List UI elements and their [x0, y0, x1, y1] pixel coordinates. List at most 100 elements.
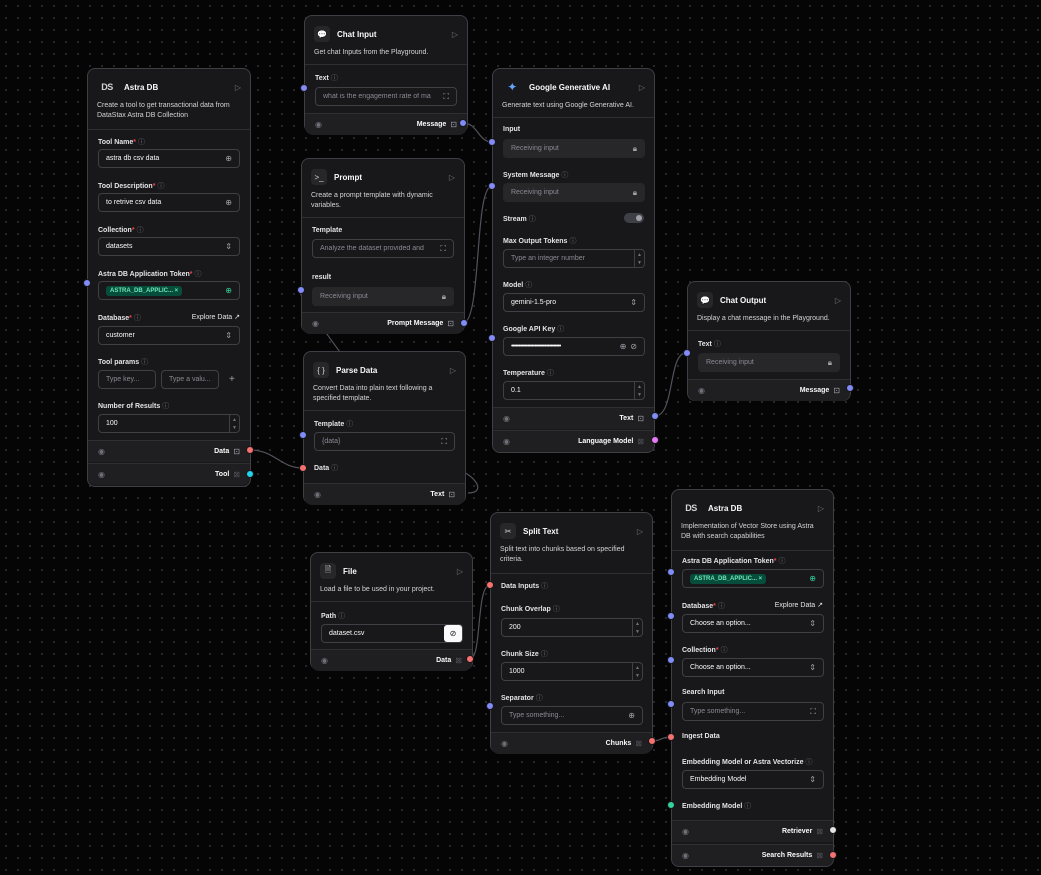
play-icon[interactable]: ▷ [835, 296, 841, 305]
handle-gemini-apikey[interactable] [488, 334, 496, 342]
chunk-overlap-input[interactable]: 200 ▲ ▼ [501, 618, 643, 637]
tool-name-input[interactable]: astra db csv data ⊕ [98, 149, 240, 168]
handle-gemini-system[interactable] [488, 182, 496, 190]
play-icon[interactable]: ▷ [235, 83, 241, 92]
chat-input-node[interactable]: 💬 Chat Input ▷ Get chat Inputs from the … [304, 15, 468, 135]
chunk-size-input[interactable]: 1000 ▲ ▼ [501, 662, 643, 681]
search-input[interactable]: Type something... ⛶ [682, 702, 824, 721]
params-key-input[interactable]: Type key... [98, 370, 156, 389]
scan-icon: ⊠ [635, 739, 642, 748]
eye-icon[interactable]: ◉ [501, 739, 508, 748]
play-icon[interactable]: ▷ [639, 83, 645, 92]
results-input[interactable]: 100 ▲ ▼ [98, 414, 240, 433]
token-label: Astra DB Application Token* ⓘ [682, 558, 786, 565]
handle-gemini-text-output[interactable] [651, 412, 659, 420]
eye-icon[interactable]: ◉ [98, 470, 105, 479]
handle-split-separator[interactable] [486, 702, 494, 710]
parse-data-node[interactable]: { } Parse Data ▷ Convert Data into plain… [303, 351, 466, 505]
handle-gemini-lm-output[interactable] [651, 436, 659, 444]
handle-chat-output-text[interactable] [683, 349, 691, 357]
token-input[interactable]: ASTRA_DB_APPLIC... × ⊕ [98, 281, 240, 300]
eye-icon[interactable]: ◉ [98, 447, 105, 456]
eye-icon[interactable]: ◉ [503, 414, 510, 423]
upload-file-button[interactable]: ⊘ [444, 625, 462, 642]
handle-data-input[interactable] [299, 464, 307, 472]
handle-file-output[interactable] [466, 655, 474, 663]
eye-icon[interactable]: ◉ [315, 120, 322, 129]
node-title: Astra DB [124, 82, 159, 92]
handle-store-search[interactable] [667, 700, 675, 708]
path-input[interactable]: dataset.csv ⊘ [321, 624, 463, 643]
eye-icon[interactable]: ◉ [682, 851, 689, 860]
eye-icon[interactable]: ◉ [682, 827, 689, 836]
handle-prompt-output[interactable] [460, 319, 468, 327]
separator-input[interactable]: Type something... ⊕ [501, 706, 643, 725]
template-input[interactable]: Analyze the dataset provided and ⛶ [312, 239, 454, 258]
params-value-input[interactable]: Type a valu... [161, 370, 219, 389]
google-generative-ai-node[interactable]: ✦ Google Generative AI ▷ Generate text u… [492, 68, 655, 453]
token-input[interactable]: ASTRA_DB_APPLIC... × ⊕ [682, 569, 824, 588]
chat-output-node[interactable]: 💬 Chat Output ▷ Display a chat message i… [687, 281, 851, 401]
handle-split-data-input[interactable] [486, 581, 494, 589]
play-icon[interactable]: ▷ [637, 527, 643, 536]
handle-template-input[interactable] [299, 431, 307, 439]
collection-select[interactable]: Choose an option... ⇕ [682, 658, 824, 677]
max-tokens-input[interactable]: Type an integer number ▲ ▼ [503, 249, 645, 268]
node-description: Generate text using Google Generative AI… [502, 102, 634, 109]
handle-text-input[interactable] [300, 84, 308, 92]
handle-store-retriever-output[interactable] [829, 826, 837, 834]
database-select[interactable]: customer ⇕ [98, 326, 240, 345]
temperature-input[interactable]: 0.1 ▲ ▼ [503, 381, 645, 400]
play-icon[interactable]: ▷ [457, 567, 463, 576]
model-select[interactable]: gemini-1.5-pro ⇕ [503, 293, 645, 312]
token-badge: ASTRA_DB_APPLIC... × [106, 285, 183, 296]
handle-store-ingest[interactable] [667, 733, 675, 741]
result-label: result [312, 274, 332, 281]
handle-chat-output-message[interactable] [846, 384, 854, 392]
handle-store-collection[interactable] [667, 656, 675, 664]
eye-icon[interactable]: ◉ [314, 490, 321, 499]
handle-store-results-output[interactable] [829, 851, 837, 859]
handle-result-input[interactable] [297, 286, 305, 294]
collection-select[interactable]: datasets ⇕ [98, 237, 240, 256]
eye-icon[interactable]: ◉ [312, 319, 319, 328]
template-input[interactable]: {data} ⛶ [314, 432, 455, 451]
handle-store-embedding[interactable] [667, 801, 675, 809]
handle-message-output[interactable] [459, 119, 467, 127]
explore-data-link[interactable]: Explore Data ↗ [775, 601, 823, 609]
play-icon[interactable]: ▷ [449, 173, 455, 182]
eye-icon[interactable]: ◉ [503, 437, 510, 446]
eye-icon[interactable]: ◉ [698, 386, 705, 395]
scissors-icon: ✂ [500, 523, 516, 539]
astra-db-vector-store-node[interactable]: DS Astra DB ▷ Implementation of Vector S… [671, 489, 834, 867]
expand-icon: ⛶ [440, 243, 446, 253]
file-node[interactable]: 🗎 File ▷ Load a file to be used in your … [310, 552, 473, 671]
play-icon[interactable]: ▷ [450, 366, 456, 375]
database-select[interactable]: Choose an option... ⇕ [682, 614, 824, 633]
text-input[interactable]: what is the engagement rate of ma ⛶ [315, 87, 457, 106]
node-title: Astra DB [708, 503, 743, 513]
play-icon[interactable]: ▷ [818, 504, 824, 513]
tool-description-input[interactable]: to retrive csv data ⊕ [98, 193, 240, 212]
handle-tool-output[interactable] [246, 470, 254, 478]
handle-store-database[interactable] [667, 612, 675, 620]
lock-icon: 🔒︎ [632, 143, 637, 153]
play-icon[interactable]: ▷ [452, 30, 458, 39]
scan-icon: ⊡ [447, 319, 454, 328]
prompt-node[interactable]: >_ Prompt ▷ Create a prompt template wit… [301, 158, 465, 334]
add-param-icon[interactable]: + [229, 374, 235, 385]
astra-db-tool-node[interactable]: DS Astra DB ▷ Create a tool to get trans… [87, 68, 251, 487]
eye-icon[interactable]: ◉ [321, 656, 328, 665]
split-text-node[interactable]: ✂ Split Text ▷ Split text into chunks ba… [490, 512, 653, 754]
handle-token-input[interactable] [83, 279, 91, 287]
handle-split-chunks-output[interactable] [648, 737, 656, 745]
explore-data-link[interactable]: Explore Data ↗ [192, 313, 240, 321]
handle-gemini-input[interactable] [488, 138, 496, 146]
api-key-input[interactable]: •••••••••••••••••••••••••••••••••• ⊕ ⊘ [503, 337, 645, 356]
embedding-mode-select[interactable]: Embedding Model ⇕ [682, 770, 824, 789]
file-icon: 🗎 [320, 563, 336, 579]
handle-data-output[interactable] [246, 446, 254, 454]
stream-toggle[interactable] [624, 213, 644, 223]
chevron-updown-icon: ⇕ [225, 331, 232, 340]
handle-store-token[interactable] [667, 568, 675, 576]
